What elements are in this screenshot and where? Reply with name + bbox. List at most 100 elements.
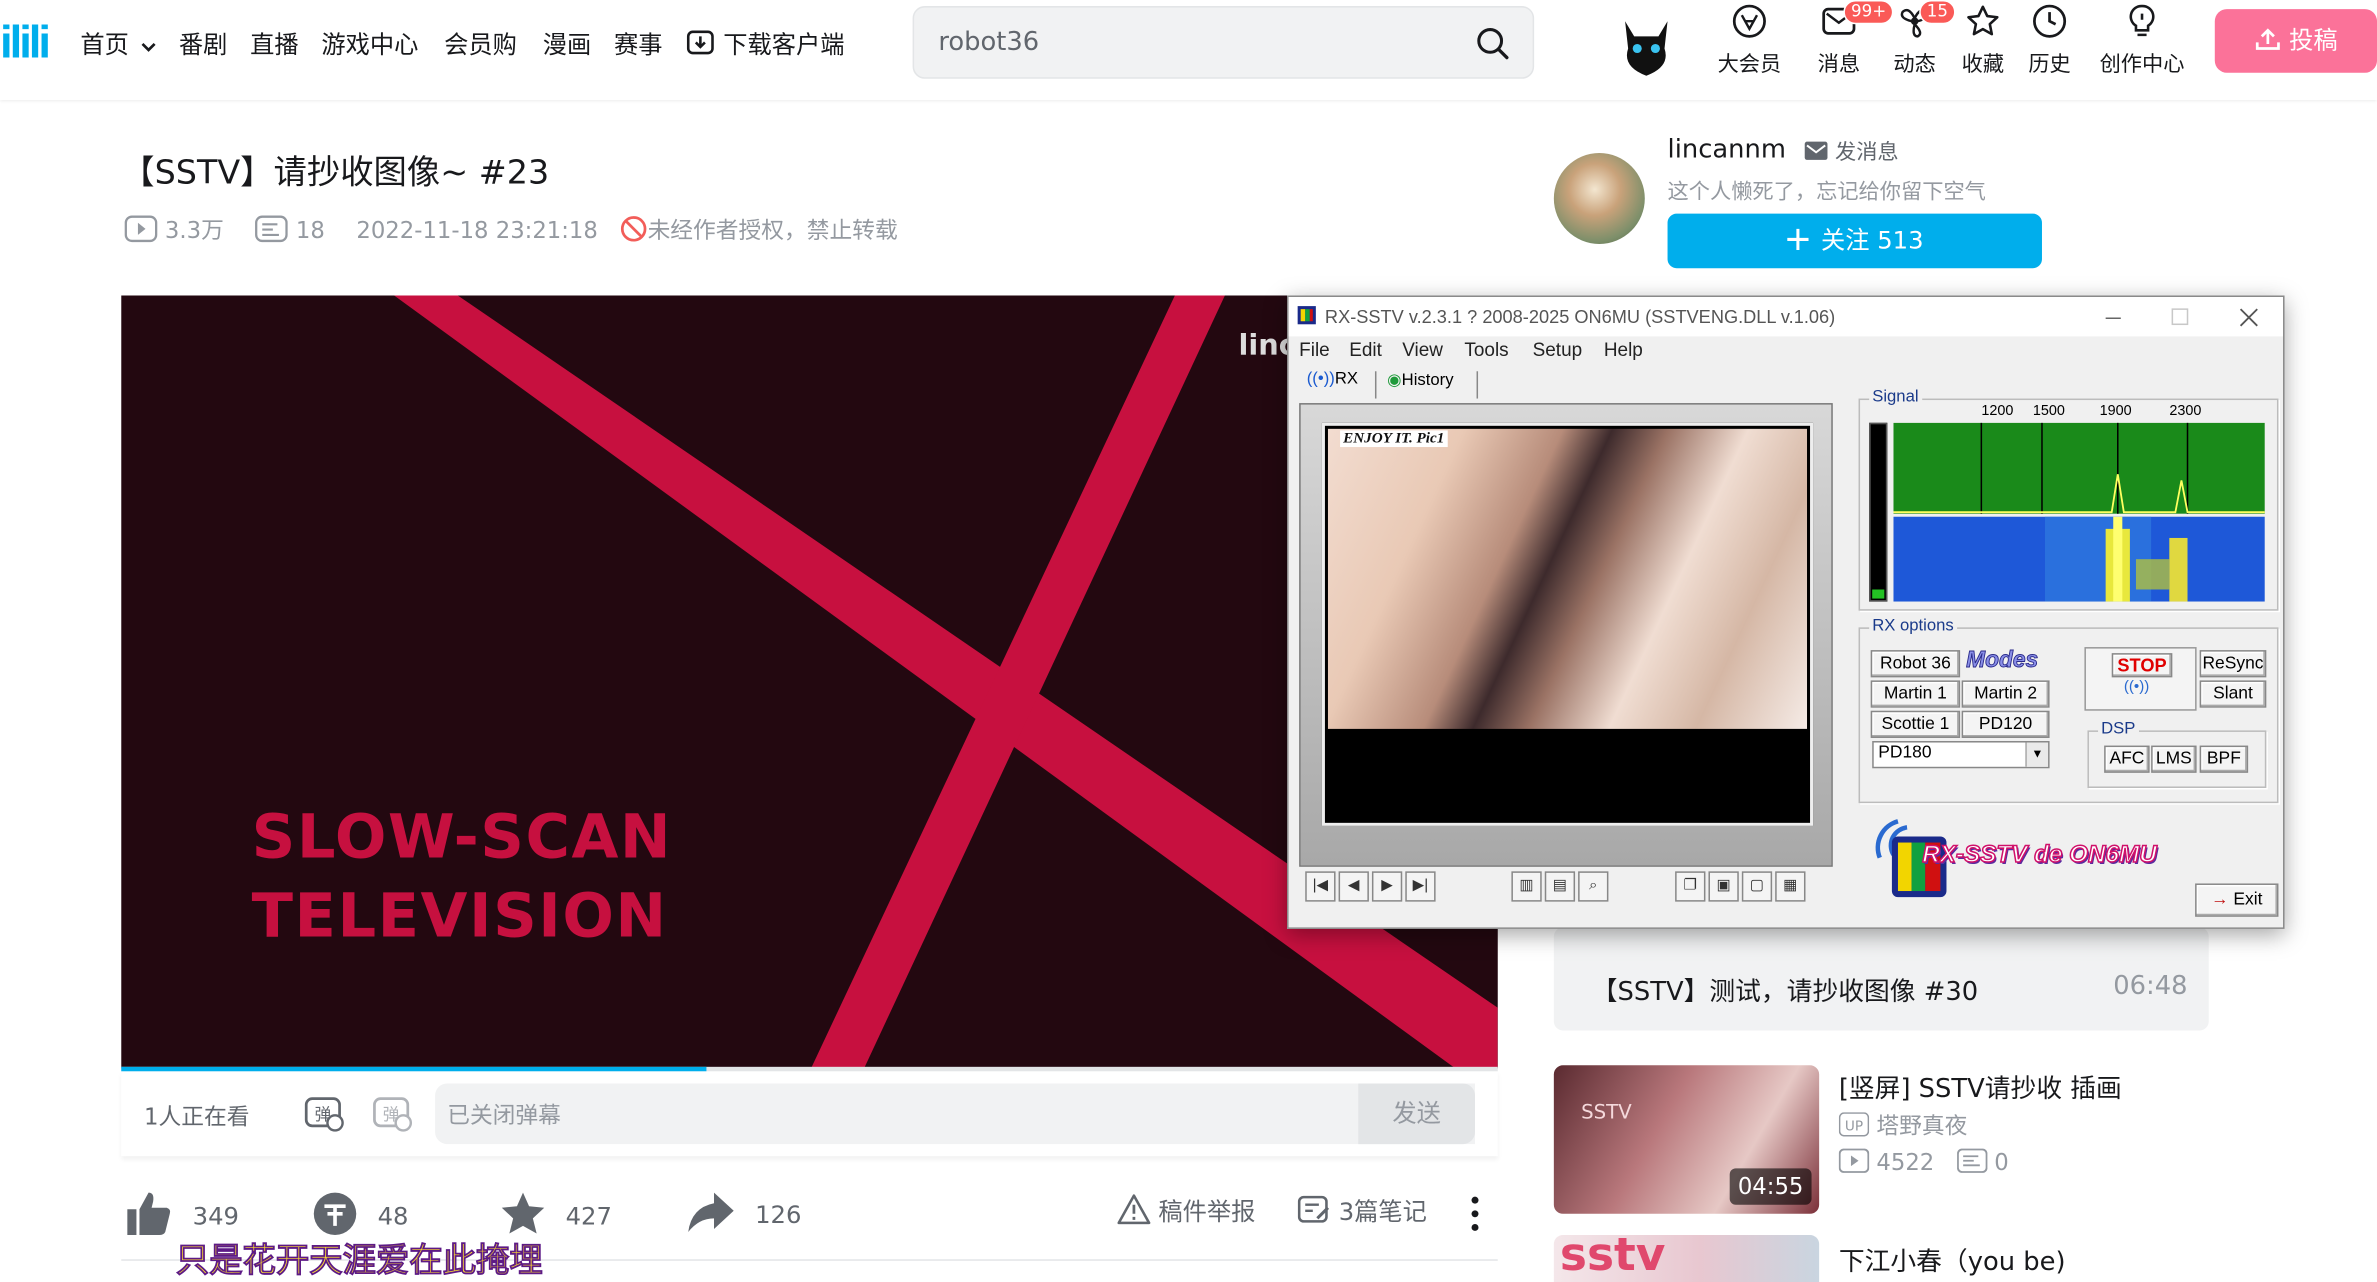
send-message-link[interactable]: 发消息 [1804,136,1899,166]
rx-menu-file[interactable]: File [1299,339,1330,360]
nav-mall[interactable]: 会员购 [444,24,517,60]
rx-tab-rx[interactable]: ((•))RX [1307,370,1358,388]
nav-live[interactable]: 直播 [250,24,299,60]
nav-label: 首页 [80,30,129,60]
header-history[interactable]: 历史 [2009,3,2091,79]
bilibili-logo[interactable]: ilili [0,18,51,70]
upload-button[interactable]: 投稿 [2214,9,2377,73]
tab-divider [1374,371,1377,399]
nav-bangumi[interactable]: 番剧 [179,24,228,60]
header-action-label: 大会员 [1717,53,1782,78]
signal-tick: 1200 [1981,403,2014,420]
related-title[interactable]: 下江小春（you be) [1839,1240,2066,1277]
dsp-bpf-button[interactable]: BPF [2199,745,2249,773]
related-author[interactable]: UP 塔野真夜 [1838,1109,1967,1141]
svg-text:UP: UP [1845,1118,1863,1134]
danmaku-input[interactable]: 已关闭弹幕 [435,1083,1476,1145]
header-action-label: 创作中心 [2099,53,2185,78]
search-input[interactable] [938,27,1454,58]
search-icon[interactable] [1475,26,1511,62]
rx-sstv-window[interactable]: RX-SSTV v.2.3.1 ? 2008-2025 ON6MU (SSTVE… [1287,295,2285,929]
related-title[interactable]: [竖屏] SSTV请抄收 插画 [1839,1067,2122,1104]
coin-icon [313,1192,357,1236]
publish-date: 2022-11-18 23:21:18 [356,216,598,244]
rx-save-as-button[interactable]: ▢ [1741,871,1773,902]
rx-title: RX-SSTV v.2.3.1 ? 2008-2025 ON6MU (SSTVE… [1324,306,1836,328]
nav-download-client[interactable]: 下载客户端 [685,24,845,60]
rx-menu-edit[interactable]: Edit [1349,339,1382,360]
minimize-icon[interactable] [2104,309,2122,327]
mode-scottie1-button[interactable]: Scottie 1 [1870,710,1961,738]
nav-manga[interactable]: 漫画 [543,24,592,60]
notes-button[interactable]: 3篇笔记 [1297,1191,1427,1227]
rx-menu-help[interactable]: Help [1604,339,1643,360]
note-icon [1297,1195,1330,1223]
danmaku-send-button[interactable]: 发送 [1358,1083,1476,1145]
dsp-lms-button[interactable]: LMS [2151,745,2197,773]
more-options-icon[interactable] [1464,1194,1485,1233]
header-vip[interactable]: 大会员 [1708,3,1790,79]
bulb-icon [2129,4,2155,37]
exit-button[interactable]: → Exit [2195,883,2279,917]
dsp-afc-button[interactable]: AFC [2104,745,2150,773]
mode-martin1-button[interactable]: Martin 1 [1870,680,1961,708]
nav-esports[interactable]: 赛事 [614,24,663,60]
rx-menu-view[interactable]: View [1402,339,1443,360]
rx-tab-history[interactable]: ◉History [1387,370,1453,389]
copy-icon: ❐ [1683,877,1698,895]
danmaku-toggle-icon[interactable]: 弹 [303,1093,345,1135]
stop-button[interactable]: STOP [2111,653,2173,678]
mode-robot36-button[interactable]: Robot 36 [1870,650,1961,678]
rx-delete-button[interactable]: ▥ [1511,871,1542,902]
related-thumbnail[interactable]: sstv [1553,1235,1820,1282]
rx-next-button[interactable]: ▶ [1371,871,1403,902]
uploader-avatar[interactable] [1553,153,1645,244]
report-button[interactable]: 稿件举报 [1117,1191,1255,1227]
mode-select[interactable]: PD180 ▼ [1872,741,2050,769]
folder-icon: ▤ [1552,877,1568,895]
share-button[interactable]: 126 [687,1191,802,1233]
search-box[interactable] [912,6,1535,79]
like-button[interactable]: 349 [124,1191,239,1236]
thumbnail-text: sstv [1559,1235,1666,1282]
rx-copy-button[interactable]: ❐ [1675,871,1706,902]
related-danmaku: 0 [1994,1148,2009,1176]
rx-first-button[interactable]: |◀ [1305,871,1336,902]
user-avatar[interactable] [1613,6,1680,79]
nav-home[interactable]: 首页 [80,24,157,60]
close-icon[interactable] [2239,308,2259,328]
mail-icon [1804,141,1828,160]
modes-label: Modes [1966,647,2039,674]
rx-open-button[interactable]: ▤ [1544,871,1576,902]
nav-game-center[interactable]: 游戏中心 [321,24,418,60]
clock-icon [2033,4,2067,38]
related-thumbnail[interactable]: SSTV 04:55 [1553,1065,1820,1214]
resync-button[interactable]: ReSync [2199,650,2267,678]
rx-save-button[interactable]: ▣ [1708,871,1739,902]
mode-pd120-button[interactable]: PD120 [1961,710,2050,738]
mode-martin2-button[interactable]: Martin 2 [1961,680,2050,708]
playlist-current-item[interactable]: 【SSTV】测试，请抄收图像 #30 06:48 [1553,927,2209,1031]
favorite-button[interactable]: 427 [500,1191,612,1236]
share-count: 126 [755,1200,802,1229]
rx-last-button[interactable]: ▶| [1405,871,1436,902]
slant-button[interactable]: Slant [2199,680,2267,708]
rx-menu-tools[interactable]: Tools [1464,339,1508,360]
rx-zoom-button[interactable]: ⌕ [1578,871,1609,902]
uploader-name[interactable]: lincannm [1668,135,1786,165]
rx-prev-button[interactable]: ◀ [1338,871,1369,902]
rx-titlebar[interactable]: RX-SSTV v.2.3.1 ? 2008-2025 ON6MU (SSTVE… [1288,297,2284,337]
header-messages[interactable]: 99+ 消息 [1798,0,1894,79]
plus-icon [1787,228,1809,251]
first-icon: |◀ [1312,877,1329,895]
play-count-icon [124,215,158,243]
coin-button[interactable]: 48 [312,1191,408,1236]
rx-image-canvas: ENJOY IT. Pic1 [1321,422,1814,826]
rx-menu-setup[interactable]: Setup [1533,339,1583,360]
rx-upload-button[interactable]: ▦ [1775,871,1806,902]
follow-button[interactable]: 关注 513 [1667,213,2042,269]
header-creator-center[interactable]: 创作中心 [2089,3,2195,79]
danmaku-settings-icon[interactable]: 弹 [371,1093,413,1135]
related-title: 【SSTV】测试，请抄收图像 #30 [1591,977,1979,1008]
maximize-icon[interactable] [2171,308,2189,326]
